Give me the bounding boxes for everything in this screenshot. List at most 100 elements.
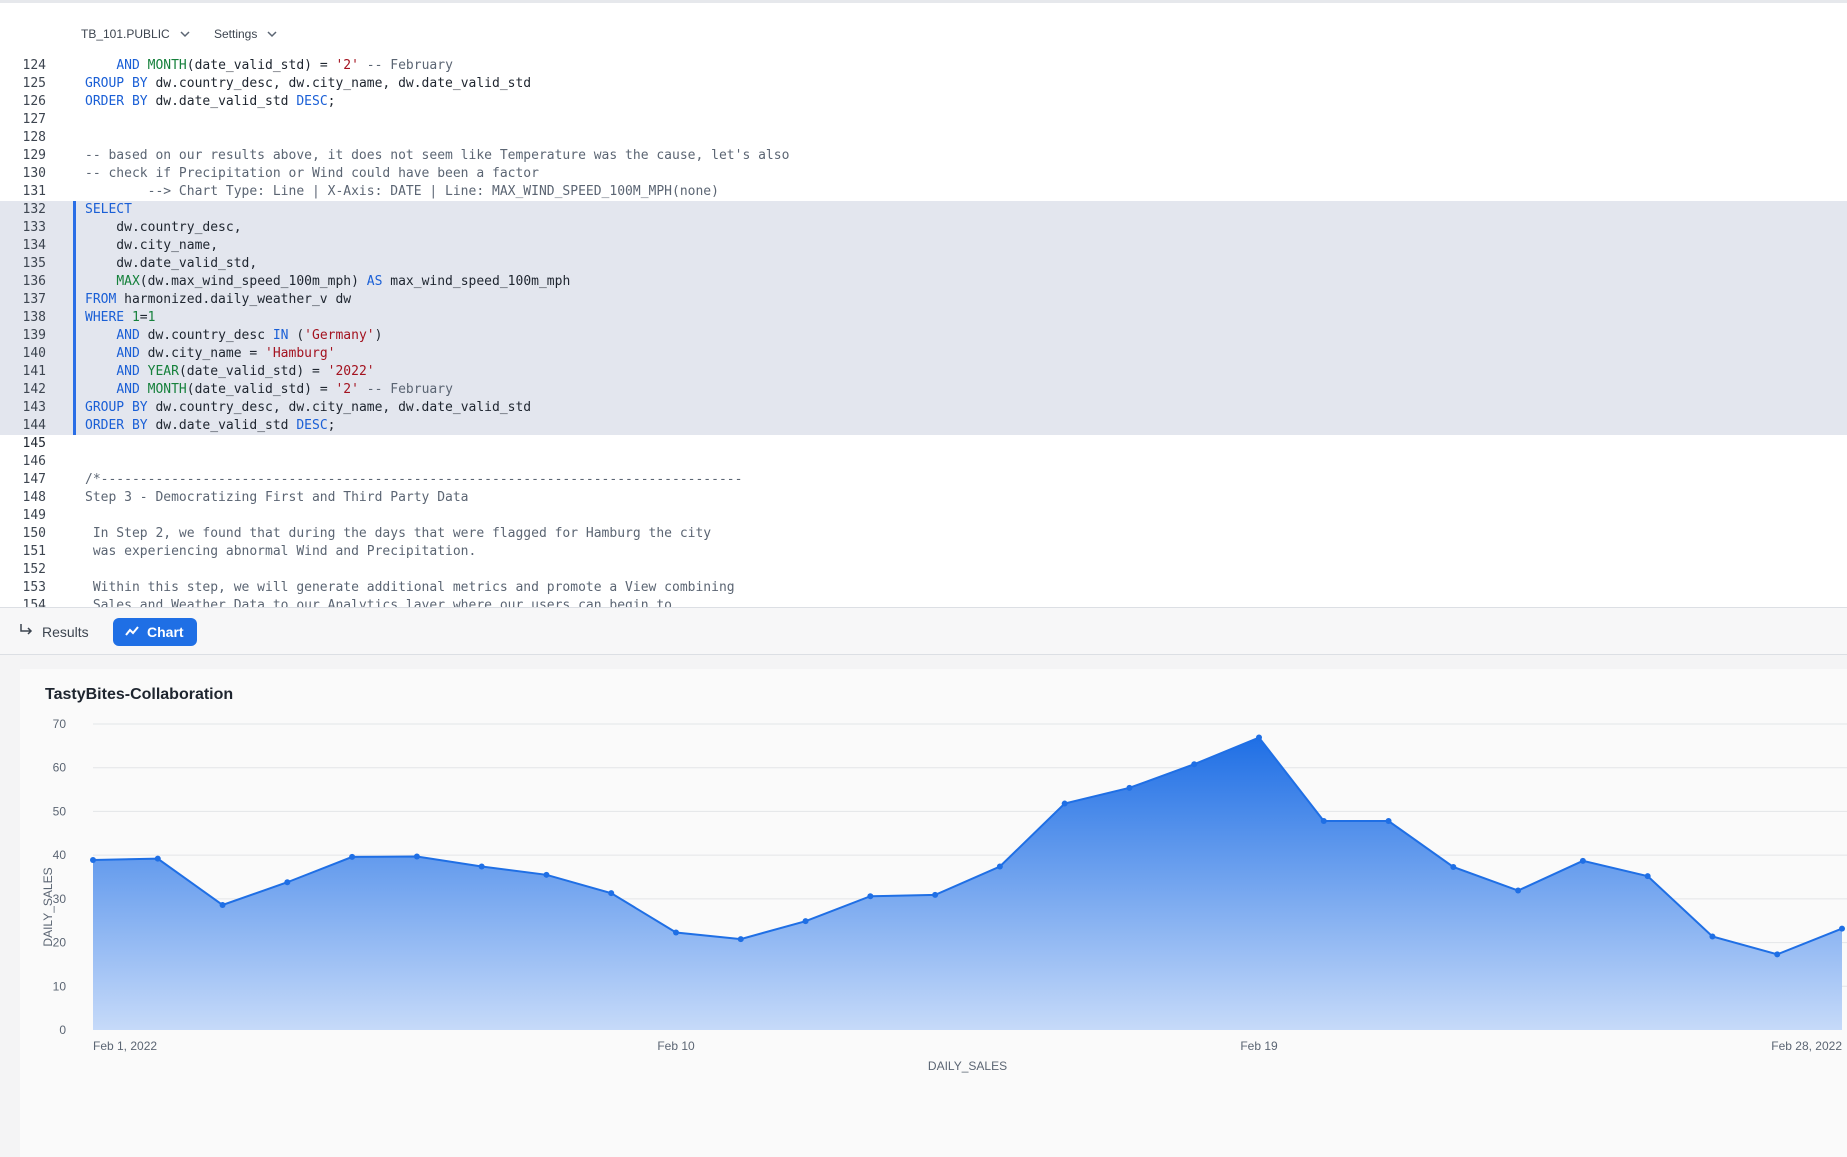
tab-results[interactable]: Results	[18, 622, 89, 641]
code-line[interactable]: 151 was experiencing abnormal Wind and P…	[0, 543, 1847, 561]
code-text: AND YEAR(date_valid_std) = '2022'	[116, 364, 375, 379]
line-chart-icon	[124, 623, 140, 642]
code-text: AND MONTH(date_valid_std) = '2' -- Febru…	[116, 58, 453, 73]
line-number: 153	[22, 580, 46, 595]
line-number: 141	[22, 364, 46, 379]
chevron-down-icon	[178, 27, 192, 41]
code-line[interactable]: 153 Within this step, we will generate a…	[0, 579, 1847, 597]
data-point	[478, 863, 485, 870]
database-selector[interactable]: TB_101.PUBLIC	[81, 27, 192, 41]
code-text: dw.country_desc,	[85, 220, 242, 235]
code-text: -- check if Precipitation or Wind could …	[85, 166, 539, 181]
y-tick-label: 50	[53, 804, 67, 818]
code-line[interactable]: 149	[0, 507, 1847, 525]
line-number: 126	[22, 94, 46, 109]
line-number: 128	[22, 130, 46, 145]
line-number: 148	[22, 490, 46, 505]
chevron-down-icon	[265, 27, 279, 41]
code-text: GROUP BY dw.country_desc, dw.city_name, …	[85, 76, 532, 91]
line-number: 143	[22, 400, 46, 415]
data-point	[219, 901, 226, 908]
y-tick-label: 0	[59, 1023, 66, 1037]
results-arrow-icon	[18, 622, 34, 641]
y-tick-label: 70	[53, 717, 67, 731]
x-axis-title: DAILY_SALES	[928, 1059, 1007, 1073]
code-text: WHERE 1=1	[85, 310, 156, 325]
data-point	[932, 891, 939, 898]
code-text: ORDER BY dw.date_valid_std DESC;	[85, 94, 336, 109]
code-line[interactable]: 150 In Step 2, we found that during the …	[0, 525, 1847, 543]
data-point	[1320, 818, 1327, 825]
tab-chart[interactable]: Chart	[113, 618, 197, 646]
code-text: -- based on our results above, it does n…	[85, 148, 790, 163]
code-line[interactable]: 137 FROM harmonized.daily_weather_v dw	[0, 291, 1847, 309]
code-text: SELECT	[85, 202, 132, 217]
data-point	[1256, 734, 1262, 741]
code-line[interactable]: 133 dw.country_desc,	[0, 219, 1847, 237]
line-number: 146	[22, 454, 46, 469]
line-number: 129	[22, 148, 46, 163]
code-line[interactable]: 144 ORDER BY dw.date_valid_std DESC;	[0, 417, 1847, 435]
line-number: 144	[22, 418, 46, 433]
code-line[interactable]: 124 AND MONTH(date_valid_std) = '2' -- F…	[0, 57, 1847, 75]
y-axis-title: DAILY_SALES	[41, 867, 55, 946]
line-number: 136	[22, 274, 46, 289]
data-point	[1515, 887, 1522, 894]
code-line[interactable]: 125 GROUP BY dw.country_desc, dw.city_nam…	[0, 75, 1847, 93]
line-number: 135	[22, 256, 46, 271]
line-number: 138	[22, 310, 46, 325]
code-line[interactable]: 146	[0, 453, 1847, 471]
line-number: 124	[22, 58, 46, 73]
line-number: 133	[22, 220, 46, 235]
line-number: 151	[22, 544, 46, 559]
code-text: dw.city_name,	[85, 238, 219, 253]
code-line[interactable]: 154 Sales and Weather Data to our Analyt…	[0, 597, 1847, 607]
y-tick-label: 10	[53, 979, 67, 993]
code-line[interactable]: 134 dw.city_name,	[0, 237, 1847, 255]
code-text: /*--------------------------------------…	[85, 472, 743, 487]
code-line[interactable]: 141 AND YEAR(date_valid_std) = '2022'	[0, 363, 1847, 381]
code-line[interactable]: 132 SELECT	[0, 201, 1847, 219]
line-number: 147	[22, 472, 46, 487]
code-line[interactable]: 131 --> Chart Type: Line | X-Axis: DATE …	[0, 183, 1847, 201]
line-number: 134	[22, 238, 46, 253]
code-line[interactable]: 138 WHERE 1=1	[0, 309, 1847, 327]
code-line[interactable]: 130 -- check if Precipitation or Wind cou…	[0, 165, 1847, 183]
code-line[interactable]: 152	[0, 561, 1847, 579]
code-line[interactable]: 148 Step 3 - Democratizing First and Thir…	[0, 489, 1847, 507]
settings-menu[interactable]: Settings	[214, 27, 279, 41]
code-line[interactable]: 127	[0, 111, 1847, 129]
y-tick-label: 60	[53, 761, 67, 775]
data-point	[1774, 951, 1781, 958]
area-fill	[93, 737, 1842, 1030]
data-point	[1385, 818, 1392, 825]
code-line[interactable]: 136 MAX(dw.max_wind_speed_100m_mph) AS m…	[0, 273, 1847, 291]
code-line[interactable]: 135 dw.date_valid_std,	[0, 255, 1847, 273]
data-point	[1061, 800, 1068, 807]
settings-label: Settings	[214, 27, 258, 41]
line-number: 125	[22, 76, 46, 91]
code-line[interactable]: 142 AND MONTH(date_valid_std) = '2' -- F…	[0, 381, 1847, 399]
line-number: 149	[22, 508, 46, 523]
code-line[interactable]: 145	[0, 435, 1847, 453]
code-line[interactable]: 129 -- based on our results above, it doe…	[0, 147, 1847, 165]
data-point	[673, 929, 679, 936]
code-line[interactable]: 143 GROUP BY dw.country_desc, dw.city_nam…	[0, 399, 1847, 417]
area-chart: 010203040506070Feb 1, 2022 Feb 10 Feb 19 Fe…	[41, 717, 1847, 1073]
data-point	[284, 879, 291, 886]
data-point	[867, 893, 874, 900]
x-tick-label: Feb 28, 2022	[1771, 1039, 1842, 1053]
code-line[interactable]: 147 /*-----------------------------------…	[0, 471, 1847, 489]
data-point	[543, 871, 550, 878]
code-text: Step 3 - Democratizing First and Third P…	[85, 490, 469, 505]
code-line[interactable]: 140 AND dw.city_name = 'Hamburg'	[0, 345, 1847, 363]
line-number: 130	[22, 166, 46, 181]
code-line[interactable]: 126 ORDER BY dw.date_valid_std DESC;	[0, 93, 1847, 111]
sql-editor[interactable]: 124 AND MONTH(date_valid_std) = '2' -- F…	[0, 57, 1847, 607]
data-point	[802, 918, 809, 925]
data-point	[1191, 761, 1198, 768]
code-line[interactable]: 139 AND dw.country_desc IN ('Germany')	[0, 327, 1847, 345]
chart-pane: TastyBites-Collaboration 0 10 20 30 40 50 60 70…	[0, 655, 1847, 1157]
data-point	[608, 890, 615, 897]
code-line[interactable]: 128	[0, 129, 1847, 147]
